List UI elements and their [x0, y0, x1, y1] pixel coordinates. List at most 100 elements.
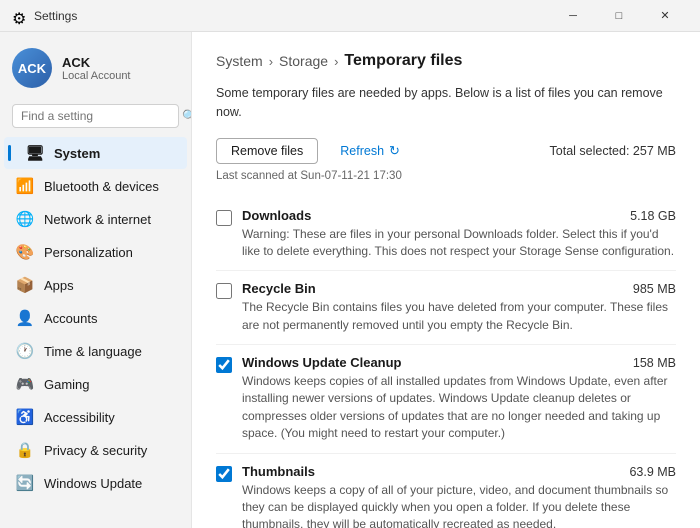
bluetooth-icon: 📶 — [16, 177, 34, 195]
window-controls: ─ □ ✕ — [550, 0, 688, 32]
settings-icon: ⚙ — [12, 9, 26, 23]
file-details-thumbnails: Thumbnails 63.9 MB Windows keeps a copy of… — [242, 464, 676, 528]
sidebar-label-accounts: Accounts — [44, 311, 97, 326]
search-input[interactable] — [21, 109, 176, 123]
sidebar-item-privacy[interactable]: 🔒 Privacy & security — [4, 434, 187, 466]
file-name-thumbnails: Thumbnails — [242, 464, 315, 479]
file-header-windows-update: Windows Update Cleanup158 MB — [242, 355, 676, 370]
file-size-thumbnails: 63.9 MB — [629, 465, 676, 479]
file-header-recycle-bin: Recycle Bin 985 MB — [242, 281, 676, 296]
sidebar-label-privacy: Privacy & security — [44, 443, 147, 458]
sidebar-item-apps[interactable]: 📦 Apps — [4, 269, 187, 301]
file-size-downloads: 5.18 GB — [630, 209, 676, 223]
sidebar-label-update: Windows Update — [44, 476, 142, 491]
sidebar-label-accessibility: Accessibility — [44, 410, 115, 425]
search-icon: 🔍 — [182, 109, 192, 123]
file-name-windows-update: Windows Update Cleanup — [242, 355, 402, 370]
accessibility-icon: ♿ — [16, 408, 34, 426]
user-info: ACK Local Account — [62, 55, 131, 82]
user-account: Local Account — [62, 70, 131, 82]
title-bar-text: Settings — [34, 9, 542, 23]
main-content: System › Storage › Temporary files Some … — [192, 32, 700, 528]
sidebar-item-personalization[interactable]: 🎨 Personalization — [4, 236, 187, 268]
sidebar-item-system[interactable]: 🖥 System — [4, 137, 187, 169]
last-scanned: Last scanned at Sun-07-11-21 17:30 — [216, 170, 676, 182]
remove-files-button[interactable]: Remove files — [216, 138, 318, 164]
file-details-downloads: Downloads 5.18 GB Warning: These are files… — [242, 208, 676, 261]
refresh-icon: ↻ — [389, 143, 400, 159]
file-item-windows-update: Windows Update Cleanup158 MB Windows keep… — [216, 345, 676, 454]
checkbox-wrap-thumbnails[interactable] — [216, 466, 232, 487]
apps-icon: 📦 — [16, 276, 34, 294]
checkbox-wrap-recycle-bin[interactable] — [216, 283, 232, 304]
gaming-icon: 🎮 — [16, 375, 34, 393]
checkbox-wrap-windows-update[interactable] — [216, 357, 232, 378]
checkbox-thumbnails[interactable] — [216, 466, 232, 482]
file-desc-recycle-bin: The Recycle Bin contains files you have … — [242, 299, 676, 334]
file-details-windows-update: Windows Update Cleanup158 MB Windows keep… — [242, 355, 676, 443]
sidebar-item-gaming[interactable]: 🎮 Gaming — [4, 368, 187, 400]
sidebar-label-system: System — [54, 146, 100, 161]
file-size-recycle-bin: 985 MB — [633, 282, 676, 296]
system-icon: 🖥 — [26, 144, 44, 162]
close-button[interactable]: ✕ — [642, 0, 688, 32]
refresh-label: Refresh — [340, 144, 384, 158]
file-desc-thumbnails: Windows keeps a copy of all of your pict… — [242, 482, 676, 528]
search-box[interactable]: 🔍 — [12, 104, 179, 128]
checkbox-downloads[interactable] — [216, 210, 232, 226]
active-indicator — [8, 145, 11, 161]
breadcrumb-sep-1: › — [269, 54, 273, 69]
sidebar: ACK ACK Local Account 🔍 🖥 System 📶 Bluetoot… — [0, 32, 192, 528]
network-icon: 🌐 — [16, 210, 34, 228]
time-icon: 🕐 — [16, 342, 34, 360]
nav-list: 🖥 System 📶 Bluetooth & devices 🌐 Network & in… — [0, 136, 191, 500]
total-selected: Total selected: 257 MB — [550, 144, 676, 158]
sidebar-label-personalization: Personalization — [44, 245, 133, 260]
sidebar-label-bluetooth: Bluetooth & devices — [44, 179, 159, 194]
breadcrumb-sep-2: › — [334, 54, 338, 69]
checkbox-wrap-downloads[interactable] — [216, 210, 232, 231]
sidebar-label-time: Time & language — [44, 344, 142, 359]
breadcrumb: System › Storage › Temporary files — [216, 52, 676, 70]
file-desc-downloads: Warning: These are files in your persona… — [242, 226, 676, 261]
sidebar-item-bluetooth[interactable]: 📶 Bluetooth & devices — [4, 170, 187, 202]
sidebar-item-network[interactable]: 🌐 Network & internet — [4, 203, 187, 235]
user-name: ACK — [62, 55, 131, 70]
app-body: ACK ACK Local Account 🔍 🖥 System 📶 Bluetoot… — [0, 32, 700, 528]
breadcrumb-storage[interactable]: Storage — [279, 53, 328, 69]
maximize-button[interactable]: □ — [596, 0, 642, 32]
sidebar-label-gaming: Gaming — [44, 377, 90, 392]
title-bar: ⚙ Settings ─ □ ✕ — [0, 0, 700, 32]
file-item-recycle-bin: Recycle Bin 985 MB The Recycle Bin contain… — [216, 271, 676, 345]
file-header-downloads: Downloads 5.18 GB — [242, 208, 676, 223]
sidebar-item-accounts[interactable]: 👤 Accounts — [4, 302, 187, 334]
file-name-recycle-bin: Recycle Bin — [242, 281, 316, 296]
sidebar-item-update[interactable]: 🔄 Windows Update — [4, 467, 187, 499]
file-header-thumbnails: Thumbnails 63.9 MB — [242, 464, 676, 479]
checkbox-windows-update[interactable] — [216, 357, 232, 373]
update-icon: 🔄 — [16, 474, 34, 492]
sidebar-item-accessibility[interactable]: ♿ Accessibility — [4, 401, 187, 433]
avatar: ACK — [12, 48, 52, 88]
file-desc-windows-update: Windows keeps copies of all installed up… — [242, 373, 676, 443]
file-item-downloads: Downloads 5.18 GB Warning: These are files… — [216, 198, 676, 272]
personalization-icon: 🎨 — [16, 243, 34, 261]
files-list: Downloads 5.18 GB Warning: These are files… — [216, 198, 676, 528]
breadcrumb-current: Temporary files — [344, 52, 462, 70]
file-item-thumbnails: Thumbnails 63.9 MB Windows keeps a copy of… — [216, 454, 676, 528]
file-details-recycle-bin: Recycle Bin 985 MB The Recycle Bin contain… — [242, 281, 676, 334]
page-description: Some temporary files are needed by apps.… — [216, 84, 676, 122]
file-name-downloads: Downloads — [242, 208, 311, 223]
sidebar-label-network: Network & internet — [44, 212, 151, 227]
minimize-button[interactable]: ─ — [550, 0, 596, 32]
sidebar-item-time[interactable]: 🕐 Time & language — [4, 335, 187, 367]
action-bar: Remove files Refresh ↻ Total selected: 2… — [216, 138, 676, 164]
user-section[interactable]: ACK ACK Local Account — [0, 40, 191, 100]
breadcrumb-system[interactable]: System — [216, 53, 263, 69]
sidebar-label-apps: Apps — [44, 278, 74, 293]
refresh-button[interactable]: Refresh ↻ — [330, 138, 410, 164]
avatar-initials: ACK — [18, 61, 46, 76]
checkbox-recycle-bin[interactable] — [216, 283, 232, 299]
privacy-icon: 🔒 — [16, 441, 34, 459]
accounts-icon: 👤 — [16, 309, 34, 327]
